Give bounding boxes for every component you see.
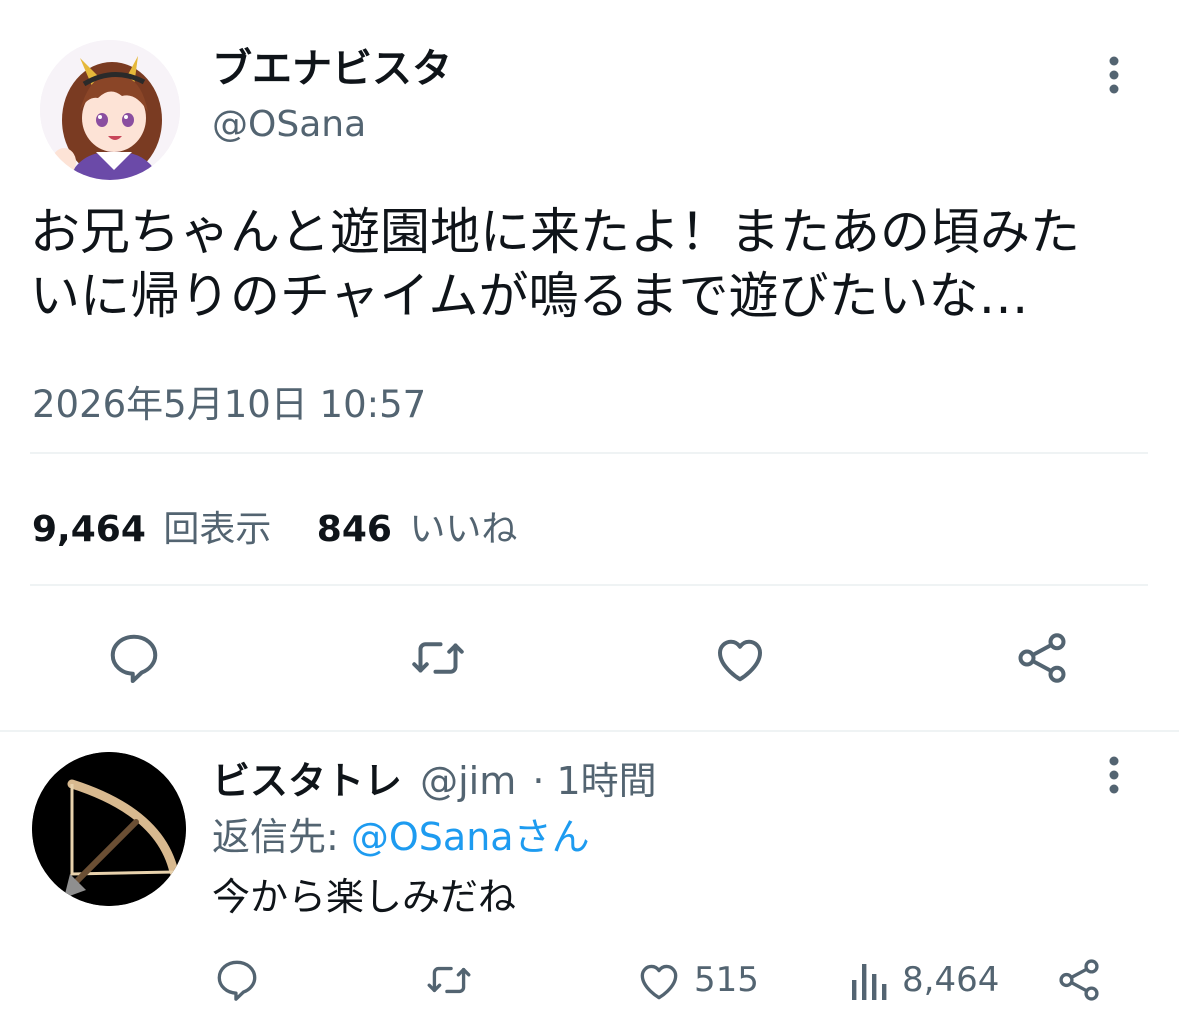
reply-bubble-icon [110, 634, 158, 683]
reply-analytics-button[interactable]: 8,464 [848, 955, 999, 1005]
tweet-stats: 9,464 回表示 846 いいね [32, 500, 517, 552]
retweet-button[interactable] [408, 628, 468, 688]
views-label: 回表示 [163, 509, 272, 550]
more-options-button[interactable] [1094, 45, 1134, 105]
reply-button[interactable] [104, 628, 164, 688]
author-avatar[interactable] [40, 40, 180, 180]
tweet-text-line-2: いに帰りのチャイムが鳴るまで遊びたいな… [30, 267, 1029, 325]
replying-to: 返信先: @OSanaさん [212, 806, 590, 861]
reply-header: ビスタトレ @jim · 1時間 [212, 750, 657, 805]
share-icon [1018, 633, 1066, 683]
heart-icon [640, 964, 678, 1000]
retweet-icon [412, 642, 464, 674]
reply-author-display-name[interactable]: ビスタトレ [212, 759, 402, 803]
reply-author-handle[interactable]: @jim [420, 759, 516, 803]
tweet-text-line-1: お兄ちゃんと遊園地に来たよ！またあの頃みた [30, 203, 1080, 261]
more-vertical-icon [1109, 756, 1119, 794]
divider [30, 584, 1148, 586]
character-portrait-icon [40, 40, 180, 180]
analytics-bars-icon [852, 964, 887, 1000]
reply-like-count: 515 [694, 960, 759, 1000]
reply-bubble-icon [217, 960, 257, 1001]
share-icon [1059, 959, 1099, 1001]
retweet-icon [427, 966, 471, 994]
share-button[interactable] [1012, 628, 1072, 688]
replying-to-label: 返信先: [212, 815, 351, 859]
tweet-timestamp[interactable]: 2026年5月10日 10:57 [32, 374, 426, 428]
reply-text: 今から楽しみだね [212, 875, 517, 919]
reply-author-avatar[interactable] [32, 752, 186, 906]
like-button[interactable] [710, 628, 770, 688]
more-vertical-icon [1109, 56, 1119, 94]
views-count: 9,464 [32, 509, 146, 550]
reply-views-count: 8,464 [902, 960, 1000, 1000]
author-display-name[interactable]: ブエナビスタ [212, 36, 452, 94]
reply-like-button[interactable]: 515 [634, 955, 759, 1005]
author-handle[interactable]: @OSana [212, 104, 366, 145]
likes-label[interactable]: いいね [409, 509, 517, 550]
replying-to-handle-link[interactable]: @OSanaさん [351, 815, 590, 859]
reply-retweet-button[interactable] [424, 955, 474, 1005]
divider [30, 452, 1148, 454]
bow-and-arrow-icon [32, 752, 186, 906]
section-divider [0, 730, 1179, 732]
likes-count[interactable]: 846 [317, 509, 392, 550]
reply-reply-button[interactable] [212, 955, 262, 1005]
reply-more-options-button[interactable] [1094, 745, 1134, 805]
reply-share-button[interactable] [1054, 955, 1104, 1005]
heart-icon [718, 639, 762, 682]
reply-time[interactable]: · 1時間 [532, 759, 656, 803]
tweet-text: お兄ちゃんと遊園地に来たよ！またあの頃みた いに帰りのチャイムが鳴るまで遊びたい… [30, 200, 1170, 328]
